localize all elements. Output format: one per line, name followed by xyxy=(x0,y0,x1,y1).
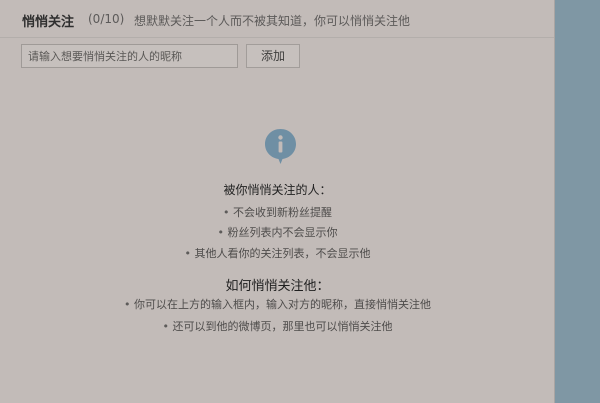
section-heading-how-to: 如何悄悄关注他： xyxy=(225,279,330,294)
list-item: • 其他人看你的关注列表，不会显示他 xyxy=(0,245,555,261)
info-icon xyxy=(265,129,296,164)
bullet-dot: • xyxy=(162,320,170,333)
list-item: • 还可以到他的微博页，那里也可以悄悄关注他 xyxy=(0,318,555,334)
bullet-dot: • xyxy=(184,247,192,260)
list-item: • 不会收到新粉丝提醒 xyxy=(0,204,555,220)
list-item-text: 不会收到新粉丝提醒 xyxy=(233,206,332,219)
follow-count: (0/10) xyxy=(88,12,125,26)
dialog-title: 悄悄关注 xyxy=(22,15,75,30)
bullet-dot: • xyxy=(223,206,230,219)
list-item-text: 还可以到他的微博页，那里也可以悄悄关注他 xyxy=(172,320,393,333)
add-button[interactable]: 添加 xyxy=(246,44,300,68)
list-item-text: 其他人看你的关注列表，不会显示他 xyxy=(194,247,371,260)
bullet-dot: • xyxy=(124,298,131,311)
list-item: • 粉丝列表内不会显示你 xyxy=(0,224,555,240)
dialog-header: 悄悄关注 (0/10) 想默默关注一个人而不被其知道，你可以悄悄关注他 xyxy=(0,0,554,38)
secret-follow-dialog: 悄悄关注 (0/10) 想默默关注一个人而不被其知道，你可以悄悄关注他 添加 被… xyxy=(0,0,555,403)
dialog-description: 想默默关注一个人而不被其知道，你可以悄悄关注他 xyxy=(134,14,411,28)
nickname-input[interactable] xyxy=(21,44,238,68)
bullet-dot: • xyxy=(217,226,225,239)
list-item-text: 粉丝列表内不会显示你 xyxy=(227,226,338,239)
list-item-text: 你可以在上方的输入框内，输入对方的昵称，直接悄悄关注他 xyxy=(134,298,431,311)
section-heading-effects: 被你悄悄关注的人： xyxy=(223,183,332,197)
list-item: • 你可以在上方的输入框内，输入对方的昵称，直接悄悄关注他 xyxy=(0,296,555,312)
